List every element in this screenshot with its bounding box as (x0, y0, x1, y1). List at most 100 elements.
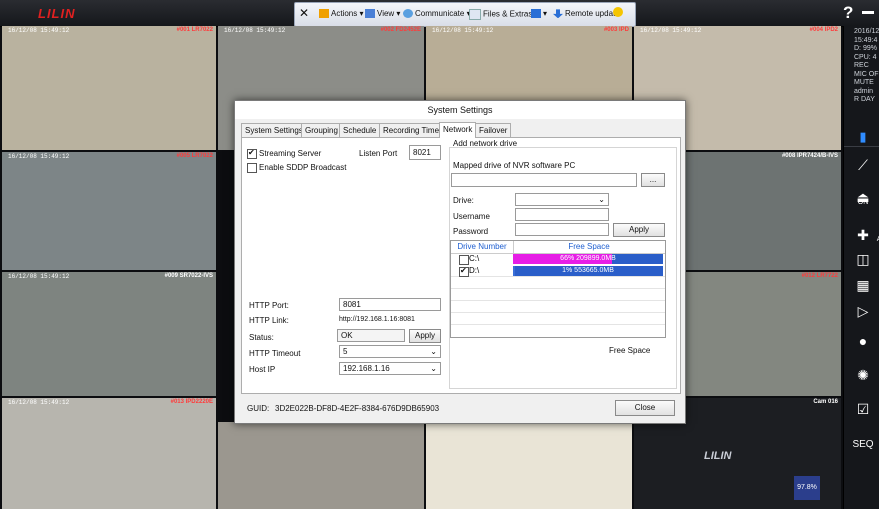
camera-label: #005 LR7022 (176, 153, 213, 159)
mapped-drive-input[interactable] (451, 173, 637, 187)
drive-label: Drive: (453, 196, 474, 205)
http-timeout-label: HTTP Timeout (249, 349, 301, 358)
app-wheel-button[interactable]: ✚Ap (850, 222, 879, 248)
settings-gear-icon[interactable]: ✺ (850, 362, 876, 388)
actions-menu[interactable]: Actions ▾ (319, 9, 363, 19)
drive-number-header: Drive Number (451, 241, 514, 254)
toggle-on-button[interactable]: ⏏ ON (850, 184, 876, 210)
camera-tile[interactable]: #008 IPR7424/B-IVS (686, 152, 841, 270)
sequence-button[interactable]: SEQ (850, 432, 876, 458)
camera-label: #009 SR7022-IVS (164, 273, 213, 279)
username-label: Username (453, 212, 490, 221)
sddp-broadcast-checkbox[interactable] (247, 163, 257, 173)
password-input[interactable] (515, 223, 609, 236)
tab-grouping[interactable]: Grouping (301, 123, 342, 137)
http-timeout-select[interactable]: 5 ⌄ (339, 345, 441, 358)
status-line: MUTE (854, 79, 874, 86)
usage-text: 66% 209899.0MB (560, 255, 616, 262)
remote-session-toolbar: ✕ Actions ▾ View ▾ Communicate ▾ Files &… (294, 2, 636, 27)
divider (451, 324, 665, 325)
lilin-watermark: LILIN (704, 450, 732, 462)
tab-system-settings[interactable]: System Settings (241, 123, 307, 137)
minimize-icon[interactable] (862, 11, 874, 14)
table-row[interactable]: D:\ 1% 553665.0MB (451, 266, 665, 277)
camera-timestamp: 16/12/08 15:49:12 (8, 273, 70, 280)
guid-label: GUID: (247, 404, 270, 413)
status-value: OK (337, 329, 405, 342)
file-icon (469, 9, 481, 20)
play-icon[interactable]: ▷ (850, 298, 876, 324)
smiley-icon[interactable] (613, 7, 623, 17)
camera-tile[interactable] (426, 422, 632, 509)
host-ip-select[interactable]: 192.168.1.16 ⌄ (339, 362, 441, 375)
camera-tile[interactable]: 16/12/08 15:49:12 #009 SR7022-IVS (2, 272, 216, 396)
camera-tile[interactable]: 16/12/08 15:49:12 #005 LR7022 (2, 152, 216, 270)
camera-timestamp: 16/12/08 15:49:12 (224, 27, 286, 34)
username-input[interactable] (515, 208, 609, 221)
table-row[interactable]: C:\ 66% 209899.0MB (451, 254, 665, 265)
tab-failover[interactable]: Failover (475, 123, 512, 137)
mapped-drive-label: Mapped drive of NVR software PC (453, 161, 576, 170)
right-sidebar: 2016/12 15:49:4 D: 99% CPU: 4 REC MIC OF MUTE a… (843, 26, 879, 509)
help-icon[interactable]: ? (843, 3, 853, 23)
camera-tile[interactable]: #012 LR7722 (686, 272, 841, 396)
drive-checkbox[interactable] (459, 266, 469, 277)
camera-label: #003 IPD (603, 27, 629, 33)
streaming-server-checkbox[interactable] (247, 148, 257, 159)
close-button[interactable]: Close (615, 400, 675, 416)
drive-select[interactable]: ⌄ (515, 193, 609, 206)
listen-port-label: Listen Port (359, 149, 398, 158)
camera-label: #012 LR7722 (801, 273, 838, 279)
usage-bar-track: 66% 209899.0MB (513, 254, 663, 264)
camera-tile[interactable]: 16/12/08 15:49:12 #001 LR7022 (2, 26, 216, 150)
http-timeout-value: 5 (343, 347, 348, 356)
download-icon (553, 9, 563, 19)
listen-port-input[interactable]: 8021 (409, 145, 441, 160)
files-extras-menu[interactable]: Files & Extras ▾ (469, 9, 539, 20)
camera-tile[interactable] (218, 422, 424, 509)
status-apply-button[interactable]: Apply (409, 329, 441, 343)
camera-timestamp: 16/12/08 15:49:12 (432, 27, 494, 34)
ptz-stick-icon[interactable]: ⟋ (850, 152, 876, 178)
windows-menu[interactable]: ▾ (531, 9, 547, 19)
user-icon[interactable]: ● (850, 328, 876, 354)
tab-schedule[interactable]: Schedule (339, 123, 381, 137)
camera-label: #004 IPD2 (809, 27, 838, 33)
camera-label: #013 IPD2220E (170, 399, 213, 405)
free-space-label: Free Space (609, 346, 651, 355)
http-link-value[interactable]: http://192.168.1.16:8081 (339, 316, 415, 323)
tab-recording-time[interactable]: Recording Time (379, 123, 444, 137)
windows-icon (531, 9, 541, 19)
chevron-down-icon: ⌄ (430, 347, 437, 356)
status-line: admin (854, 87, 874, 95)
camera-label: #008 IPR7424/B-IVS (781, 153, 838, 159)
status-line: D: 99% (854, 45, 877, 52)
divider (451, 300, 665, 301)
view-menu[interactable]: View ▾ (365, 9, 400, 19)
checklist-icon[interactable]: ☑ (850, 396, 876, 422)
http-port-input[interactable]: 8081 (339, 298, 441, 311)
grid-layout-icon[interactable]: ▦ (850, 272, 876, 298)
remote-update-button[interactable]: Remote update (553, 9, 620, 19)
communicate-menu[interactable]: Communicate ▾ (403, 9, 471, 19)
dialog-title: System Settings (235, 101, 685, 119)
drive-checkbox[interactable] (459, 255, 469, 265)
lightning-icon (319, 9, 329, 19)
tab-network[interactable]: Network (439, 122, 477, 138)
chevron-down-icon: ⌄ (430, 364, 437, 373)
streaming-server-label: Streaming Server (259, 149, 322, 158)
host-ip-label: Host IP (249, 365, 276, 374)
lilin-logo: LILIN (38, 6, 76, 21)
sddp-broadcast-label: Enable SDDP Broadcast (259, 163, 347, 172)
chat-icon (403, 9, 413, 19)
divider (844, 146, 879, 147)
layout-icon[interactable]: ◫ (850, 246, 876, 272)
drive-letter: D:\ (469, 266, 480, 275)
status-line: CPU: 4 (854, 53, 877, 61)
drive-apply-button[interactable]: Apply (613, 223, 665, 237)
status-line: MIC OF (854, 70, 879, 78)
close-session-button[interactable]: ✕ (299, 6, 309, 20)
camera-timestamp: 16/12/08 15:49:12 (8, 27, 70, 34)
camera-tile[interactable]: 16/12/08 15:49:12 #013 IPD2220E (2, 398, 216, 509)
browse-button[interactable]: ... (641, 173, 665, 187)
